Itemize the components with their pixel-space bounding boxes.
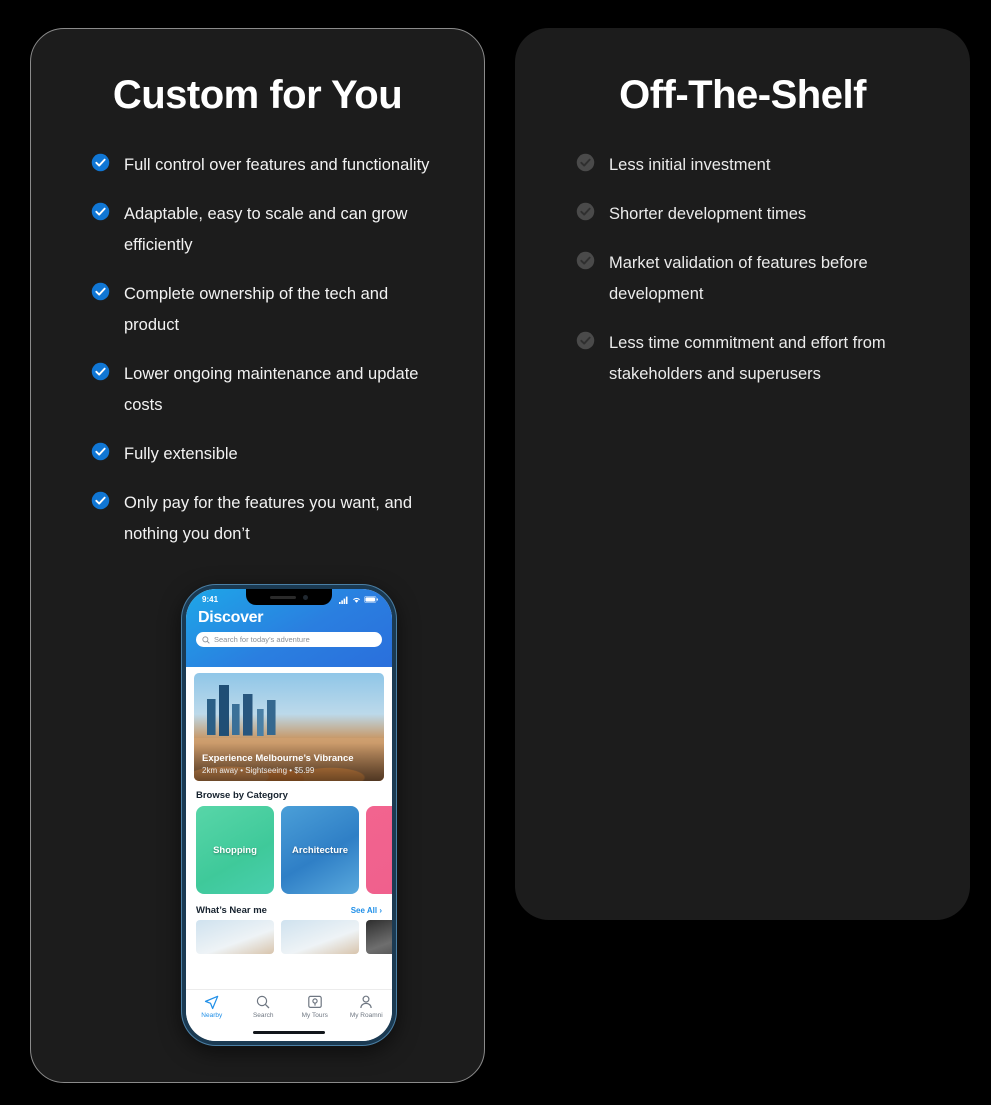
tab-label: Search [252,1012,274,1019]
check-circle-icon [91,362,110,381]
phone-notch [246,589,332,605]
navigation-arrow-icon [186,995,238,1010]
card-title-custom: Custom for You [112,73,403,117]
wifi-icon [353,597,360,603]
phone-screen-discover: 9:41 Discover Search for today’s adventu… [186,589,392,1041]
chevron-right-icon: › [379,906,382,915]
benefit-label: Market validation of features before dev… [609,254,868,303]
front-camera [303,594,308,600]
whats-near-me-row: What’s Near me See All › [196,905,382,916]
signal-icon [339,596,348,604]
check-circle-icon [91,202,110,221]
tab-search[interactable]: Search [238,995,290,1019]
check-circle-icon [576,202,595,221]
benefit-label: Adaptable, easy to scale and can grow ef… [124,205,408,254]
benefit-item: Lower ongoing maintenance and update cos… [91,359,446,421]
benefit-item: Market validation of features before dev… [576,248,931,310]
off-the-shelf-card: Off-The-Shelf Less initial investment Sho… [515,28,970,920]
check-circle-icon [91,491,110,510]
benefit-label: Complete ownership of the tech and produ… [124,285,389,334]
battery-icon [364,596,378,603]
featured-tour-title: Experience Melbourne’s Vibrance [202,753,354,764]
near-me-thumb[interactable] [366,920,392,954]
category-card[interactable]: Fitn [366,806,392,894]
status-indicators [339,596,378,604]
check-circle-icon [91,491,110,510]
status-time: 9:41 [202,595,219,604]
tab-my-roamni[interactable]: My Roamni [341,995,393,1019]
tab-label: Nearby [201,1012,223,1019]
check-circle-icon [91,202,110,221]
category-label: Architecture [292,844,348,856]
search-icon [238,995,290,1010]
benefit-item: Less initial investment [576,150,931,181]
check-circle-icon [576,331,595,350]
see-all-label: See All [350,906,378,915]
benefit-label: Only pay for the features you want, and … [124,494,413,543]
search-icon [202,635,210,644]
check-circle-icon [576,153,595,172]
benefit-list-custom: Full control over features and functiona… [31,150,484,550]
benefit-label: Less time commitment and effort from sta… [609,334,886,383]
tab-label: My Tours [301,1012,328,1019]
comparison-panel: Custom for You Full control over feature… [0,0,991,1105]
see-all-link[interactable]: See All › [351,906,382,915]
phone-mockup-discover: 9:41 Discover Search for today’s adventu… [182,585,396,1045]
check-circle-icon [576,331,595,350]
city-skyline-art [201,683,297,736]
featured-tour-card[interactable]: Experience Melbourne’s Vibrance 2km away… [194,673,384,781]
category-card[interactable]: Shopping [196,806,274,894]
benefit-item: Less time commitment and effort from sta… [576,328,931,390]
custom-for-you-card: Custom for You Full control over feature… [30,28,485,1083]
card-title-shelf: Off-The-Shelf [619,73,866,117]
check-circle-icon [576,251,595,270]
benefit-label: Fully extensible [124,445,238,463]
tab-my-tours[interactable]: My Tours [289,995,341,1019]
discover-title: Discover [198,609,264,626]
check-circle-icon [91,442,110,461]
map-pin-icon [289,995,341,1010]
benefit-item: Only pay for the features you want, and … [91,488,446,550]
near-me-thumbnails[interactable] [186,920,392,954]
benefit-item: Complete ownership of the tech and produ… [91,279,446,341]
discover-search-input[interactable]: Search for today’s adventure [196,632,382,647]
search-placeholder: Search for today’s adventure [214,635,310,644]
home-indicator [253,1030,325,1034]
benefit-item: Fully extensible [91,439,446,470]
person-icon [341,995,393,1010]
check-circle-icon [91,282,110,301]
check-circle-icon [91,282,110,301]
check-circle-icon [91,153,110,172]
check-circle-icon [576,202,595,221]
benefit-label: Full control over features and functiona… [124,156,430,174]
check-circle-icon [91,362,110,381]
category-label: Shopping [213,844,257,856]
tab-label: My Roamni [349,1012,383,1019]
category-carousel[interactable]: Shopping Architecture Fitn [186,806,392,894]
check-circle-icon [91,442,110,461]
featured-tour-overlay: Experience Melbourne’s Vibrance 2km away… [194,743,384,781]
check-circle-icon [576,153,595,172]
benefit-label: Less initial investment [609,156,771,174]
whats-near-me-heading: What’s Near me [196,905,267,916]
benefit-item: Full control over features and functiona… [91,150,446,181]
benefit-label: Lower ongoing maintenance and update cos… [124,365,419,414]
near-me-thumb[interactable] [281,920,359,954]
check-circle-icon [576,251,595,270]
benefit-item: Adaptable, easy to scale and can grow ef… [91,199,446,261]
category-card[interactable]: Architecture [281,806,359,894]
benefit-item: Shorter development times [576,199,931,230]
featured-tour-meta: 2km away • Sightseeing • $5.99 [202,766,315,775]
benefit-list-shelf: Less initial investment Shorter developme… [516,150,969,390]
check-circle-icon [91,153,110,172]
benefit-label: Shorter development times [609,205,807,223]
speaker-grille [270,595,296,599]
tab-nearby[interactable]: Nearby [186,995,238,1019]
near-me-thumb[interactable] [196,920,274,954]
browse-by-category-heading: Browse by Category [196,790,288,801]
